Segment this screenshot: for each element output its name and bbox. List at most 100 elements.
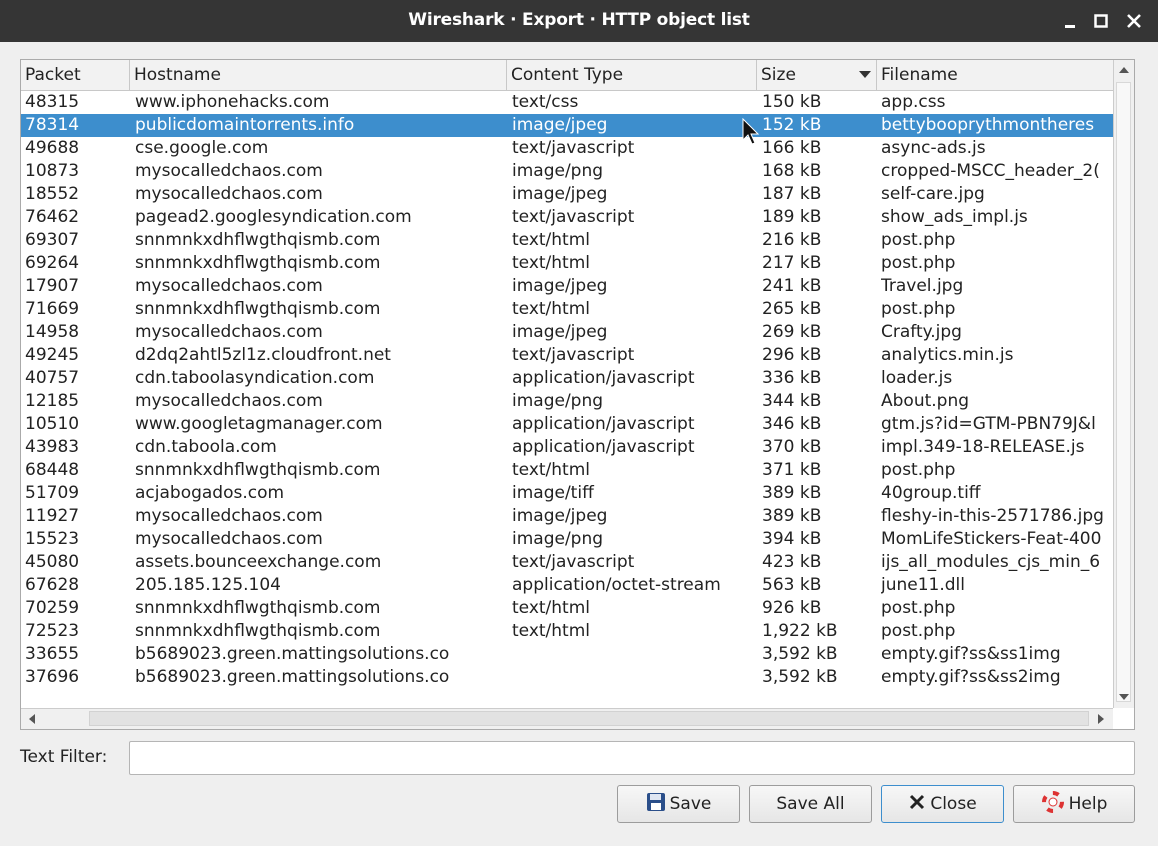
cell-size: 269 kB bbox=[762, 322, 822, 342]
cell-size: 241 kB bbox=[762, 276, 822, 296]
cell-hostname: publicdomaintorrents.info bbox=[135, 115, 355, 135]
table-row[interactable]: 48315 www.iphonehacks.com text/css 150 kB ap… bbox=[21, 91, 1113, 114]
table-row[interactable]: 71669 snnmnkxdhflwgthqismb.com text/html 26… bbox=[21, 298, 1113, 321]
cell-size: 189 kB bbox=[762, 207, 822, 227]
minimize-button[interactable] bbox=[1059, 10, 1081, 32]
cell-filename: june11.dll bbox=[881, 575, 966, 595]
table-row[interactable]: 11927 mysocalledchaos.com image/jpeg 389 kB… bbox=[21, 505, 1113, 528]
table-row[interactable]: 12185 mysocalledchaos.com image/png 344 kB A… bbox=[21, 390, 1113, 413]
cell-size: 217 kB bbox=[762, 253, 822, 273]
table-row[interactable]: 72523 snnmnkxdhflwgthqismb.com text/html 1,… bbox=[21, 620, 1113, 643]
column-header-hostname[interactable]: Hostname bbox=[130, 60, 507, 90]
table-row[interactable]: 68448 snnmnkxdhflwgthqismb.com text/html 37… bbox=[21, 459, 1113, 482]
cell-packet: 69264 bbox=[25, 253, 80, 273]
cell-hostname: pagead2.googlesyndication.com bbox=[135, 207, 412, 227]
close-x-icon bbox=[908, 793, 926, 816]
cell-packet: 48315 bbox=[25, 92, 80, 112]
scroll-right-icon[interactable] bbox=[1096, 713, 1106, 725]
table-row[interactable]: 10510 www.googletagmanager.com application… bbox=[21, 413, 1113, 436]
cell-filename: app.css bbox=[881, 92, 946, 112]
cell-size: 344 kB bbox=[762, 391, 822, 411]
cell-filename: post.php bbox=[881, 621, 956, 641]
title-bar[interactable]: Wireshark · Export · HTTP object list bbox=[0, 0, 1158, 42]
cell-packet: 71669 bbox=[25, 299, 80, 319]
cell-hostname: snnmnkxdhflwgthqismb.com bbox=[135, 299, 381, 319]
table-row[interactable]: 17907 mysocalledchaos.com image/jpeg 241 kB… bbox=[21, 275, 1113, 298]
column-header-packet[interactable]: Packet bbox=[21, 60, 130, 90]
table-row[interactable]: 14958 mysocalledchaos.com image/jpeg 269 kB… bbox=[21, 321, 1113, 344]
horizontal-scroll-thumb[interactable] bbox=[89, 711, 1089, 726]
table-row[interactable]: 18552 mysocalledchaos.com image/jpeg 187 kB… bbox=[21, 183, 1113, 206]
text-filter-input[interactable] bbox=[129, 741, 1135, 775]
save-all-button[interactable]: Save All bbox=[749, 785, 872, 823]
scroll-left-icon[interactable] bbox=[27, 713, 37, 725]
cell-filename: post.php bbox=[881, 299, 956, 319]
table-row[interactable]: 40757 cdn.taboolasyndication.com applicati… bbox=[21, 367, 1113, 390]
sort-descending-icon bbox=[859, 71, 871, 78]
table-header: Packet Hostname Content Type Size Filena… bbox=[21, 60, 1113, 91]
cell-filename: impl.349-18-RELEASE.js bbox=[881, 437, 1085, 457]
table-row[interactable]: 37696 b5689023.green.mattingsolutions.co 3… bbox=[21, 666, 1113, 689]
cell-packet: 14958 bbox=[25, 322, 80, 342]
close-label: Close bbox=[930, 794, 977, 814]
cell-content-type: text/css bbox=[512, 92, 579, 112]
table-row[interactable]: 45080 assets.bounceexchange.com text/javas… bbox=[21, 551, 1113, 574]
minimize-icon bbox=[1065, 25, 1075, 28]
table-row[interactable]: 10873 mysocalledchaos.com image/png 168 kB c… bbox=[21, 160, 1113, 183]
mouse-cursor-icon bbox=[742, 118, 760, 145]
table-row[interactable]: 69264 snnmnkxdhflwgthqismb.com text/html 21… bbox=[21, 252, 1113, 275]
cell-content-type: text/html bbox=[512, 230, 591, 250]
horizontal-scrollbar[interactable] bbox=[21, 708, 1113, 729]
cell-packet: 69307 bbox=[25, 230, 80, 250]
column-header-content-type[interactable]: Content Type bbox=[507, 60, 757, 90]
cell-size: 389 kB bbox=[762, 483, 822, 503]
close-icon bbox=[1127, 14, 1141, 28]
table-row[interactable]: 49245 d2dq2ahtl5zl1z.cloudfront.net text/j… bbox=[21, 344, 1113, 367]
cell-hostname: assets.bounceexchange.com bbox=[135, 552, 382, 572]
maximize-button[interactable] bbox=[1090, 10, 1112, 32]
cell-content-type: image/jpeg bbox=[512, 115, 608, 135]
vertical-scrollbar[interactable] bbox=[1113, 60, 1134, 708]
table-row[interactable]: 78314 publicdomaintorrents.info image/jpeg… bbox=[21, 114, 1113, 137]
table-row[interactable]: 70259 snnmnkxdhflwgthqismb.com text/html 92… bbox=[21, 597, 1113, 620]
table-row[interactable]: 49688 cse.google.com text/javascript 166 kB… bbox=[21, 137, 1113, 160]
cell-size: 423 kB bbox=[762, 552, 822, 572]
scroll-up-icon[interactable] bbox=[1118, 65, 1130, 75]
table-row[interactable]: 69307 snnmnkxdhflwgthqismb.com text/html 21… bbox=[21, 229, 1113, 252]
table-body: 48315 www.iphonehacks.com text/css 150 kB ap… bbox=[21, 91, 1113, 701]
table-row[interactable]: 15523 mysocalledchaos.com image/png 394 kB M… bbox=[21, 528, 1113, 551]
floppy-disk-icon bbox=[646, 792, 666, 817]
cell-packet: 45080 bbox=[25, 552, 80, 572]
table-row[interactable]: 67628 205.185.125.104 application/octet-st… bbox=[21, 574, 1113, 597]
http-object-table[interactable]: Packet Hostname Content Type Size Filena… bbox=[20, 59, 1135, 730]
cell-filename: Crafty.jpg bbox=[881, 322, 962, 342]
close-window-button[interactable] bbox=[1123, 10, 1145, 32]
cell-content-type: image/tiff bbox=[512, 483, 594, 503]
cell-packet: 37696 bbox=[25, 667, 80, 687]
vertical-scroll-thumb[interactable] bbox=[1116, 82, 1131, 702]
cell-hostname: mysocalledchaos.com bbox=[135, 184, 323, 204]
export-dialog: Wireshark · Export · HTTP object list Pa… bbox=[0, 0, 1158, 846]
column-header-filename[interactable]: Filename bbox=[877, 60, 1113, 90]
save-button[interactable]: Save bbox=[617, 785, 740, 823]
close-button[interactable]: Close bbox=[881, 785, 1004, 823]
cell-content-type: application/javascript bbox=[512, 437, 695, 457]
cell-content-type: text/html bbox=[512, 598, 591, 618]
cell-packet: 10510 bbox=[25, 414, 80, 434]
lifebuoy-icon bbox=[1041, 790, 1065, 819]
table-row[interactable]: 33655 b5689023.green.mattingsolutions.co 3… bbox=[21, 643, 1113, 666]
cell-filename: self-care.jpg bbox=[881, 184, 985, 204]
cell-content-type bbox=[512, 666, 754, 689]
table-row[interactable]: 51709 acjabogados.com image/tiff 389 kB 40gr… bbox=[21, 482, 1113, 505]
cell-filename: post.php bbox=[881, 230, 956, 250]
cell-filename: loader.js bbox=[881, 368, 953, 388]
cell-hostname: snnmnkxdhflwgthqismb.com bbox=[135, 621, 381, 641]
table-row[interactable]: 76462 pagead2.googlesyndication.com text/j… bbox=[21, 206, 1113, 229]
save-all-label: Save All bbox=[776, 794, 845, 814]
scroll-down-icon[interactable] bbox=[1118, 692, 1130, 702]
cell-content-type: text/javascript bbox=[512, 138, 635, 158]
help-button[interactable]: Help bbox=[1013, 785, 1135, 823]
cell-hostname: d2dq2ahtl5zl1z.cloudfront.net bbox=[135, 345, 391, 365]
cell-packet: 49245 bbox=[25, 345, 80, 365]
table-row[interactable]: 43983 cdn.taboola.com application/javascri… bbox=[21, 436, 1113, 459]
